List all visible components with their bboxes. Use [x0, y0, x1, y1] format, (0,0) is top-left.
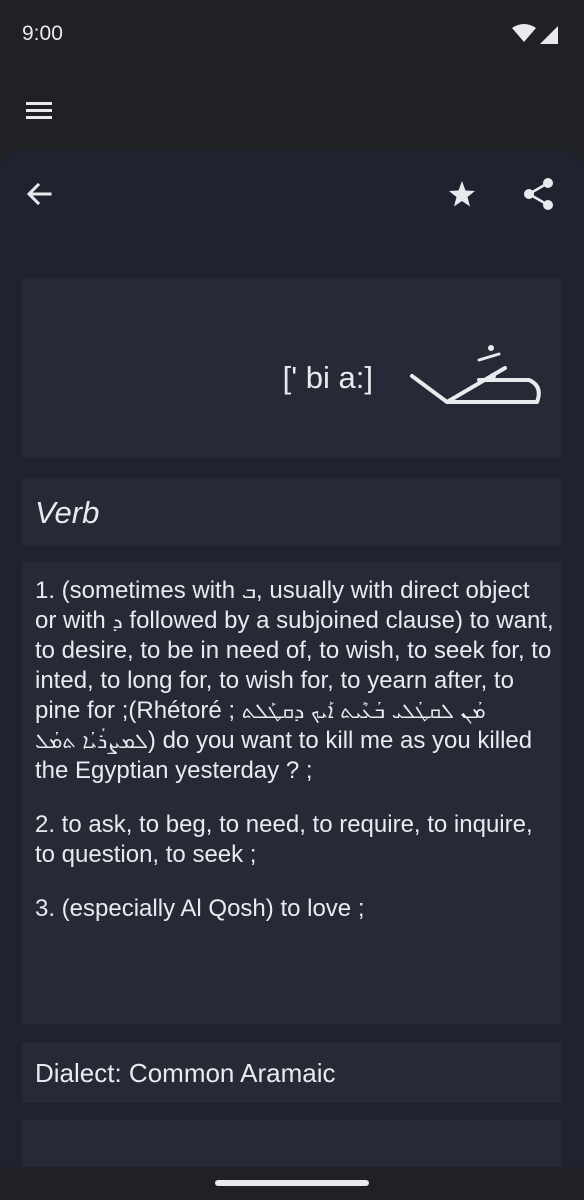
- definition-item: 2. to ask, to beg, to need, to require, …: [35, 811, 533, 868]
- definition-text: 1. (sometimes with: [35, 577, 242, 604]
- entry-sheet: [' bi a:] Verb 1. (sometimes with ܒ, usu…: [0, 150, 584, 1167]
- next-card: [22, 1120, 561, 1167]
- navigation-bar: [0, 1167, 584, 1200]
- status-bar: 9:00: [0, 0, 584, 70]
- home-gesture-handle[interactable]: [215, 1180, 369, 1186]
- headword-card: [' bi a:]: [22, 278, 561, 458]
- syriac-inline: ܒ: [241, 579, 257, 603]
- part-of-speech: Verb: [35, 495, 100, 530]
- status-time: 9:00: [22, 22, 63, 45]
- definitions-card: 1. (sometimes with ܒ, usually with direc…: [22, 562, 561, 1024]
- arrow-back-icon[interactable]: [18, 172, 62, 216]
- wifi-icon: [512, 24, 536, 42]
- phonetic-transcription: [' bi a:]: [282, 360, 373, 395]
- status-icons: [512, 24, 558, 44]
- cell-signal-icon: [540, 26, 558, 44]
- star-icon[interactable]: [440, 172, 484, 216]
- app-bar: [0, 70, 584, 150]
- definition-item: 3. (especially Al Qosh) to love ;: [35, 895, 365, 922]
- dialect-label: Dialect: Common Aramaic: [35, 1058, 336, 1088]
- definition-item: 1. (sometimes with ܒ, usually with direc…: [35, 576, 555, 786]
- definition-list: 1. (sometimes with ܒ, usually with direc…: [35, 576, 555, 948]
- hamburger-menu-icon[interactable]: [20, 90, 60, 130]
- part-of-speech-card: Verb: [22, 478, 561, 546]
- syriac-inline: ܕ: [112, 609, 123, 633]
- dialect-card: Dialect: Common Aramaic: [22, 1043, 561, 1103]
- syriac-headword: [410, 345, 541, 404]
- share-icon[interactable]: [517, 172, 561, 216]
